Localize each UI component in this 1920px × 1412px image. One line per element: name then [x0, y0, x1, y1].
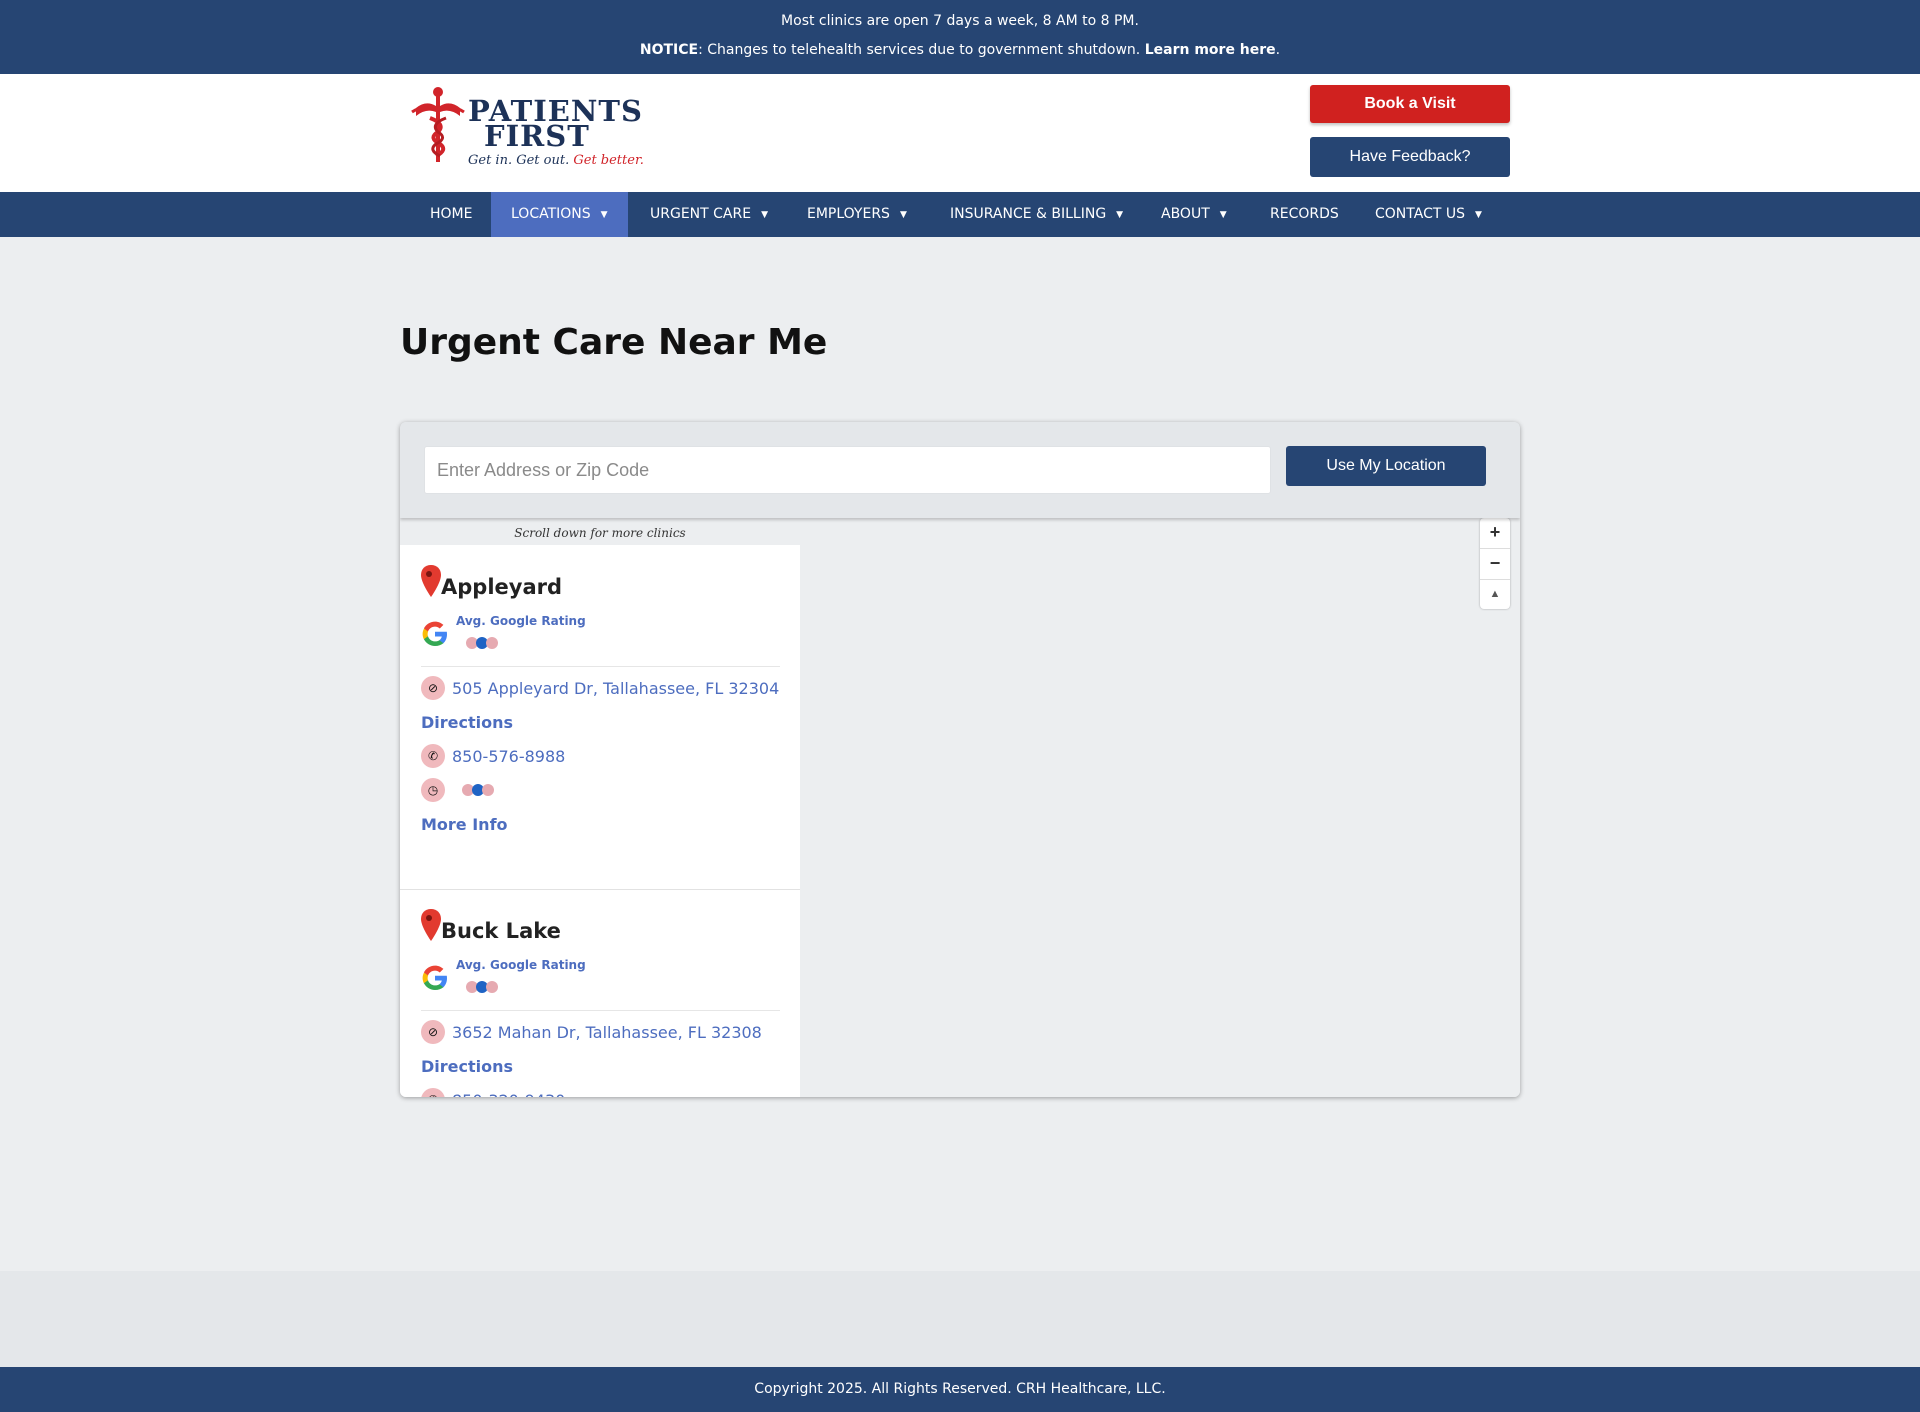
nav-records[interactable]: RECORDS: [1250, 192, 1359, 237]
caret-down-icon: ▼: [1474, 210, 1482, 220]
caret-down-icon: ▼: [1219, 210, 1227, 220]
card-divider: [421, 666, 780, 667]
card-separator: [400, 889, 800, 890]
clinic-phone[interactable]: 850-320-9430: [452, 1091, 565, 1097]
notice-text: : Changes to telehealth services due to …: [698, 42, 1145, 58]
reset-north-button[interactable]: ▲: [1480, 579, 1510, 608]
copyright-text: Copyright 2025. All Rights Reserved. CRH…: [754, 1381, 1166, 1397]
footer-band: [0, 1271, 1920, 1367]
logo-word-first: FIRST: [484, 119, 590, 153]
learn-more-link[interactable]: Learn more here: [1145, 42, 1276, 58]
scroll-hint: Scroll down for more clinics: [514, 526, 686, 540]
main-nav: HOME LOCATIONS ▼ URGENT CARE ▼ EMPLOYERS ▼ …: [0, 192, 1920, 237]
logo-tagline: Get in. Get out. Get better.: [468, 153, 644, 168]
directions-link[interactable]: Directions: [421, 1057, 513, 1076]
directions-link[interactable]: Directions: [421, 713, 513, 732]
clinic-card-appleyard: Appleyard Avg. Google Rating ⊘ 505 Apple…: [400, 545, 800, 889]
google-logo-icon: [422, 621, 447, 646]
map-canvas[interactable]: [800, 518, 1520, 1097]
clinic-phone[interactable]: 850-576-8988: [452, 747, 565, 766]
use-my-location-button[interactable]: Use My Location: [1286, 446, 1486, 486]
feedback-button[interactable]: Have Feedback?: [1310, 137, 1510, 177]
more-info-link[interactable]: More Info: [421, 815, 508, 834]
nav-home[interactable]: HOME: [410, 192, 492, 237]
google-logo-icon: [422, 965, 447, 990]
search-bar: Use My Location: [400, 422, 1520, 518]
zoom-out-button[interactable]: −: [1480, 548, 1510, 577]
notice-label: NOTICE: [639, 42, 699, 58]
address-search-input[interactable]: [424, 446, 1271, 494]
patients-first-logo[interactable]: PATIENTS FIRST Get in. Get out. Get bett…: [410, 86, 710, 172]
phone-icon: ✆: [421, 744, 445, 768]
map-pin-icon: [421, 909, 441, 941]
card-divider: [421, 1010, 780, 1011]
nav-about[interactable]: ABOUT ▼: [1141, 192, 1247, 237]
book-visit-button[interactable]: Book a Visit: [1310, 85, 1510, 123]
rating-loading-indicator: [466, 980, 502, 994]
page-title: Urgent Care Near Me: [400, 322, 828, 363]
nav-urgent-care[interactable]: URGENT CARE ▼: [630, 192, 788, 237]
map-zoom-controls: + − ▲: [1480, 518, 1510, 609]
caret-down-icon: ▼: [899, 210, 907, 220]
zoom-in-button[interactable]: +: [1480, 518, 1510, 547]
clinic-address[interactable]: 505 Appleyard Dr, Tallahassee, FL 32304: [452, 679, 779, 698]
caret-down-icon: ▼: [761, 210, 768, 220]
hours-text: Most clinics are open 7 days a week, 8 A…: [781, 13, 1139, 29]
announcement-bar: Most clinics are open 7 days a week, 8 A…: [0, 0, 1920, 74]
caret-down-icon: ▼: [600, 210, 608, 220]
clinic-name: Appleyard: [441, 575, 563, 599]
map-pin-icon: [421, 565, 441, 597]
site-footer: Copyright 2025. All Rights Reserved. CRH…: [0, 1367, 1920, 1412]
nav-insurance-billing[interactable]: INSURANCE & BILLING ▼: [930, 192, 1143, 237]
clinic-name: Buck Lake: [441, 919, 561, 943]
notice-line: NOTICE: Changes to telehealth services d…: [0, 42, 1920, 58]
clinic-address[interactable]: 3652 Mahan Dr, Tallahassee, FL 32308: [452, 1023, 762, 1042]
caret-down-icon: ▼: [1116, 210, 1124, 220]
caduceus-icon: [411, 87, 465, 162]
rating-label: Avg. Google Rating: [456, 958, 586, 972]
rating-loading-indicator: [466, 636, 502, 650]
notice-end: .: [1275, 42, 1281, 58]
site-header: PATIENTS FIRST Get in. Get out. Get bett…: [0, 74, 1920, 192]
clinic-finder: + − ▲ Use My Location Scroll down for mo…: [400, 422, 1520, 1097]
compass-icon: ⊘: [421, 676, 445, 700]
clock-icon: ◷: [421, 778, 445, 802]
clinic-card-buck-lake: Buck Lake Avg. Google Rating ⊘ 3652 Maha…: [400, 889, 800, 1097]
nav-locations[interactable]: LOCATIONS ▼: [491, 192, 628, 237]
compass-icon: ⊘: [421, 1020, 445, 1044]
hours-loading-indicator: [462, 783, 498, 797]
nav-contact-us[interactable]: CONTACT US ▼: [1355, 192, 1502, 237]
rating-label: Avg. Google Rating: [456, 614, 586, 628]
nav-employers[interactable]: EMPLOYERS ▼: [787, 192, 927, 237]
clinic-list[interactable]: Appleyard Avg. Google Rating ⊘ 505 Apple…: [400, 545, 800, 1097]
phone-icon: ✆: [421, 1088, 445, 1097]
